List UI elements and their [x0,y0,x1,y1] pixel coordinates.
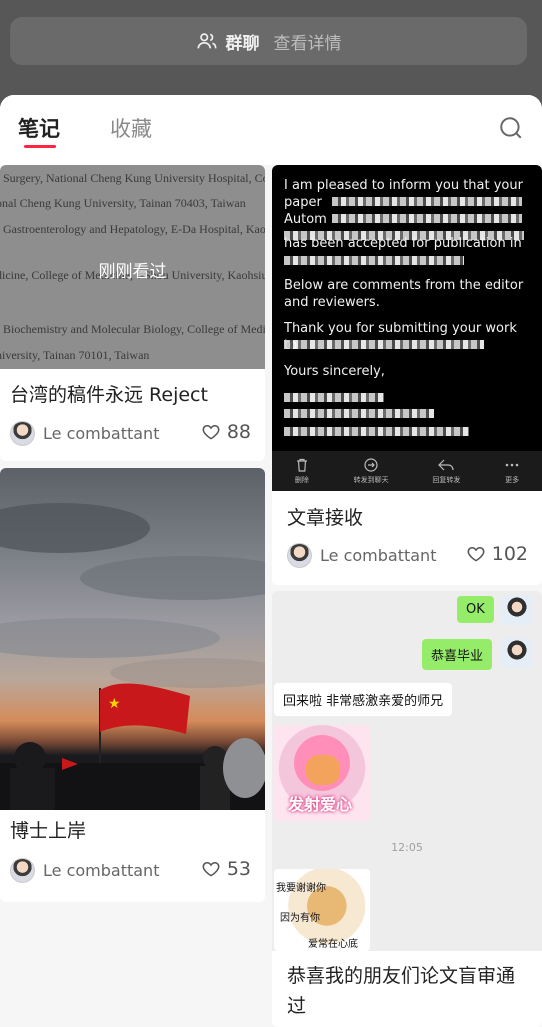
sticker-caption: 我要谢谢你 [276,883,326,894]
like-button[interactable]: 102 [466,543,528,565]
mail-toolbar: 删除 转发到聊天 回复转发 更多 [272,451,542,491]
avatar [502,595,532,625]
avatar [287,543,312,568]
active-tab-indicator [24,145,56,148]
redaction [284,340,484,349]
note-title: 台湾的稿件永远 Reject [10,384,208,406]
toolbar-label: 更多 [505,475,520,484]
search-icon[interactable] [498,115,524,141]
note-title: 文章接收 [287,507,364,529]
paper-text-line: niversity, Tainan 70101, Taiwan [0,348,150,362]
avatar [10,858,35,883]
trash-icon [296,458,307,472]
like-count: 88 [226,421,251,443]
reply-icon [438,459,454,470]
group-chat-pill[interactable]: 群聊 查看详情 [10,17,527,65]
like-count: 102 [491,543,528,565]
paper-text-line: f Surgery, National Cheng Kung Universit… [0,171,265,185]
redaction [284,393,384,402]
avatar [502,638,532,668]
chat-bubble: 回来啦 非常感激亲爱的师兄 [274,683,453,716]
sticker-caption: 因为有你 [280,913,320,924]
toolbar-label: 回复转发 [432,475,461,484]
heart-icon [202,861,220,877]
tab-favorites[interactable]: 收藏 [110,113,152,143]
author-name: Le combattant [43,861,160,880]
sticker-face [306,755,340,785]
reply-forward-action: 回复转发 [432,458,460,485]
paper-text-line: f Biochemistry and Molecular Biology, Co… [0,322,265,336]
chat-bubble: 恭喜毕业 [422,639,493,670]
top-bar: 群聊 查看详情 [0,0,542,100]
chat-timestamp: 12:05 [391,841,423,854]
note-title: 博士上岸 [10,820,87,842]
note-card[interactable]: f Surgery, National Cheng Kung Universit… [0,165,265,461]
mail-text-line: I am pleased to inform you that your [284,178,523,193]
heart-icon [202,424,220,440]
svg-text:★: ★ [108,696,121,712]
dog-sticker: 我要谢谢你 因为有你 爱常在心底 [274,869,370,951]
delete-action: 删除 [294,458,310,485]
redaction [332,214,522,223]
toolbar-label: 转发到聊天 [353,475,389,484]
heart-icon [467,546,485,562]
forward-chat-action: 转发到聊天 [353,457,389,485]
flag-sunset-photo: ★ [0,503,265,810]
author[interactable]: Le combattant [10,858,159,883]
tab-notes[interactable]: 笔记 [18,113,60,143]
tab-bar: 笔记 收藏 [0,95,542,165]
chat-bubble: OK [457,596,494,623]
note-title: 恭喜我的朋友们论文盲审通过 [287,965,516,1017]
note-cover-image: f Surgery, National Cheng Kung Universit… [0,165,265,369]
toolbar-label: 删除 [294,475,309,484]
paper-text-line: onal Cheng Kung University, Tainan 70403… [0,196,246,210]
recently-viewed-label: 刚刚看过 [98,262,167,281]
note-card[interactable]: I am pleased to inform you that your pap… [272,165,542,585]
forward-chat-icon [364,457,378,472]
redaction [284,409,434,418]
author-name: Le combattant [43,424,160,443]
love-sticker: 发射爱心 [274,725,370,821]
author-name: Le combattant [320,546,437,565]
note-card[interactable]: ★ 博士上岸 Le combattant 53 [0,468,265,902]
view-details-link[interactable]: 查看详情 [274,29,342,54]
mail-text-line: Below are comments from the editor and r… [284,278,524,310]
note-card[interactable]: OK 恭喜毕业 回来啦 非常感激亲爱的师兄 发射爱心 12:05 我要谢谢你 因… [272,591,542,1027]
redaction [332,197,522,206]
people-icon [196,33,217,49]
note-cover-image: I am pleased to inform you that your pap… [272,165,542,491]
like-count: 53 [226,858,251,880]
note-cover-image: ★ [0,468,265,810]
sticker-caption: 爱常在心底 [308,939,358,950]
mail-text-line: has been accepted for publication in [284,236,522,251]
sticker-caption: 发射爱心 [288,795,353,814]
redaction [284,256,464,265]
paper-text-line: f Gastroenterology and Hepatology, E-Da … [0,222,265,236]
mail-text-line: Yours sincerely, [284,364,385,379]
more-icon [505,463,519,466]
notes-sheet: 笔记 收藏 f Surgery, National Cheng Kung Uni… [0,95,542,1027]
author[interactable]: Le combattant [287,543,436,568]
author[interactable]: Le combattant [10,421,159,446]
group-label: 群聊 [225,33,260,54]
redaction [284,427,469,436]
note-cover-image: OK 恭喜毕业 回来啦 非常感激亲爱的师兄 发射爱心 12:05 我要谢谢你 因… [272,591,542,951]
avatar [10,421,35,446]
like-button[interactable]: 88 [201,421,251,443]
like-button[interactable]: 53 [201,858,251,880]
more-action: 更多 [504,458,520,485]
